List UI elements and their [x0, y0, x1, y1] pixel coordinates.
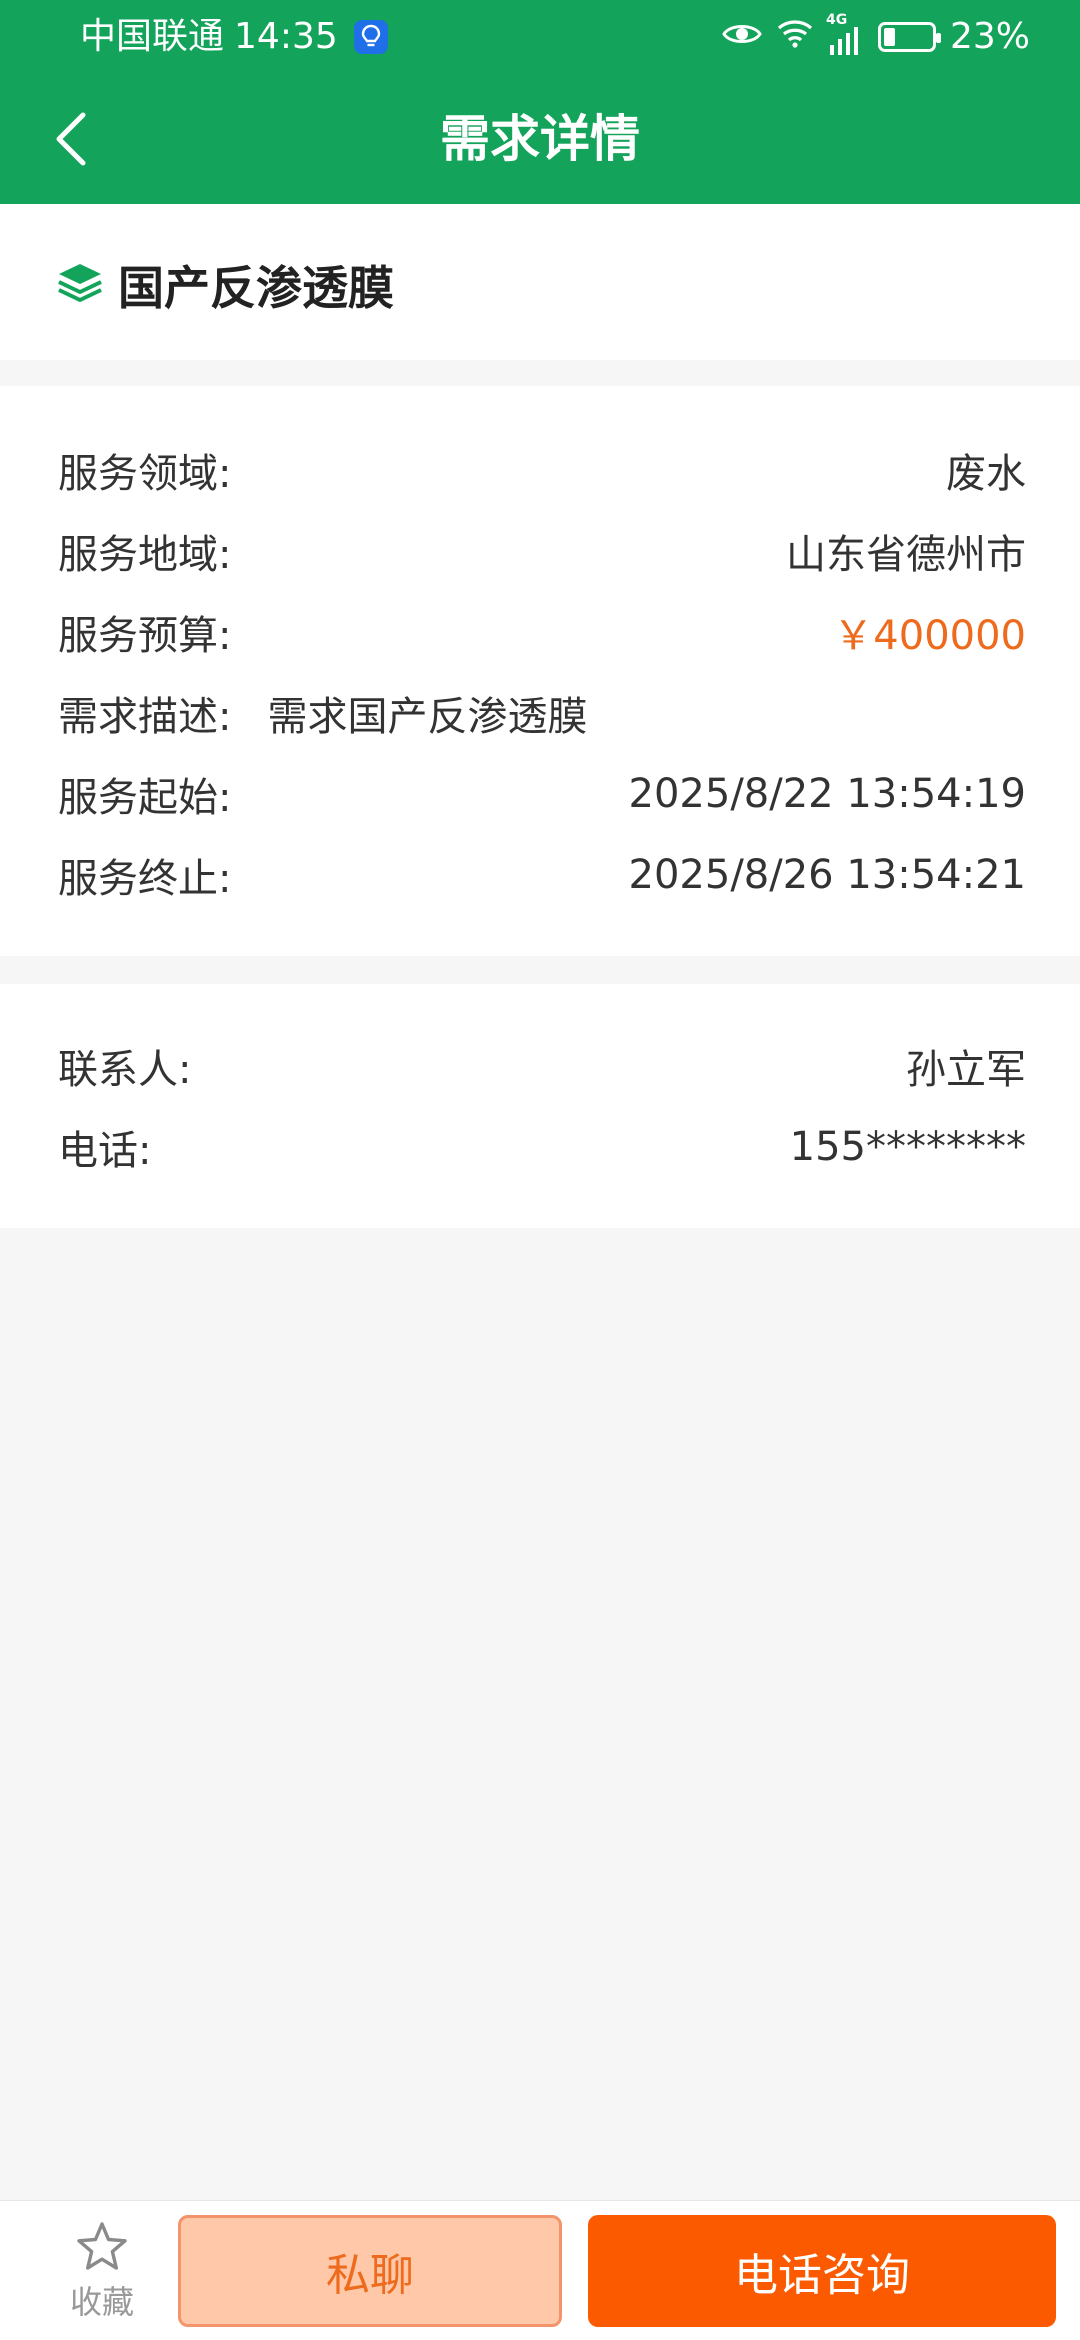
status-right: 4G 23%	[722, 0, 1030, 74]
detail-label: 服务终止:	[58, 856, 232, 902]
detail-row-start: 服务起始: 2025/8/22 13:54:19	[58, 764, 1026, 824]
nav-bar: 需求详情	[0, 74, 1080, 204]
favorite-label: 收藏	[69, 2283, 134, 2321]
detail-value: 2025/8/22 13:54:19	[628, 771, 1026, 817]
battery-level	[883, 28, 895, 46]
detail-row-region: 服务地域: 山东省德州市	[58, 521, 1026, 581]
chevron-left-icon	[56, 112, 86, 166]
contact-row-name: 联系人: 孙立军	[58, 1036, 1026, 1096]
detail-label: 服务领域:	[58, 451, 232, 497]
detail-label: 需求描述:	[58, 694, 232, 740]
signal-icon: 4G	[826, 13, 864, 55]
status-left: 中国联通 14:35	[80, 0, 388, 74]
detail-value: 2025/8/26 13:54:21	[628, 852, 1026, 898]
detail-row-description: 需求描述: 需求国产反渗透膜	[58, 683, 1026, 743]
detail-row-field: 服务领域: 废水	[58, 440, 1026, 500]
wifi-icon	[776, 0, 814, 74]
network-type: 4G	[825, 12, 848, 28]
favorite-button[interactable]: 收藏	[52, 2213, 152, 2331]
contact-phone: 155********	[789, 1124, 1026, 1170]
detail-label: 服务起始:	[58, 775, 232, 821]
page-title: 需求详情	[440, 110, 640, 168]
status-time: 14:35	[234, 16, 338, 57]
lightbulb-icon	[353, 20, 388, 54]
detail-card: 服务领域: 废水 服务地域: 山东省德州市 服务预算: ￥400000 需求描述…	[0, 386, 1080, 956]
detail-row-end: 服务终止: 2025/8/26 13:54:21	[58, 845, 1026, 905]
detail-value: 山东省德州市	[786, 532, 1026, 578]
layers-icon	[56, 261, 104, 309]
phone-consult-button[interactable]: 电话咨询	[588, 2215, 1056, 2327]
contact-label: 联系人:	[58, 1047, 192, 1093]
contact-row-phone: 电话: 155********	[58, 1117, 1026, 1177]
carrier-name: 中国联通	[80, 16, 225, 57]
detail-label: 服务预算:	[58, 613, 232, 659]
star-outline-icon	[77, 2222, 127, 2270]
item-title-row: 国产反渗透膜	[56, 252, 394, 318]
budget-value: ￥400000	[833, 613, 1026, 659]
item-title-card: 国产反渗透膜	[0, 204, 1080, 360]
detail-value: 废水	[946, 451, 1026, 497]
bottom-action-bar: 收藏 私聊 电话咨询	[0, 2200, 1080, 2340]
description-value: 需求国产反渗透膜	[267, 694, 588, 740]
private-chat-button[interactable]: 私聊	[178, 2215, 562, 2327]
battery-percent: 23%	[949, 16, 1030, 57]
status-bar: 中国联通 14:35 4G 23%	[0, 0, 1080, 74]
back-button[interactable]	[36, 104, 106, 174]
contact-card: 联系人: 孙立军 电话: 155********	[0, 984, 1080, 1228]
item-title: 国产反渗透膜	[118, 261, 394, 315]
contact-name: 孙立军	[906, 1047, 1026, 1093]
eye-icon	[722, 0, 762, 74]
contact-label: 电话:	[58, 1128, 152, 1174]
detail-label: 服务地域:	[58, 532, 232, 578]
battery-icon	[877, 22, 941, 52]
detail-row-budget: 服务预算: ￥400000	[58, 602, 1026, 662]
top-header: 中国联通 14:35 4G 23% 需求详情	[0, 0, 1080, 204]
